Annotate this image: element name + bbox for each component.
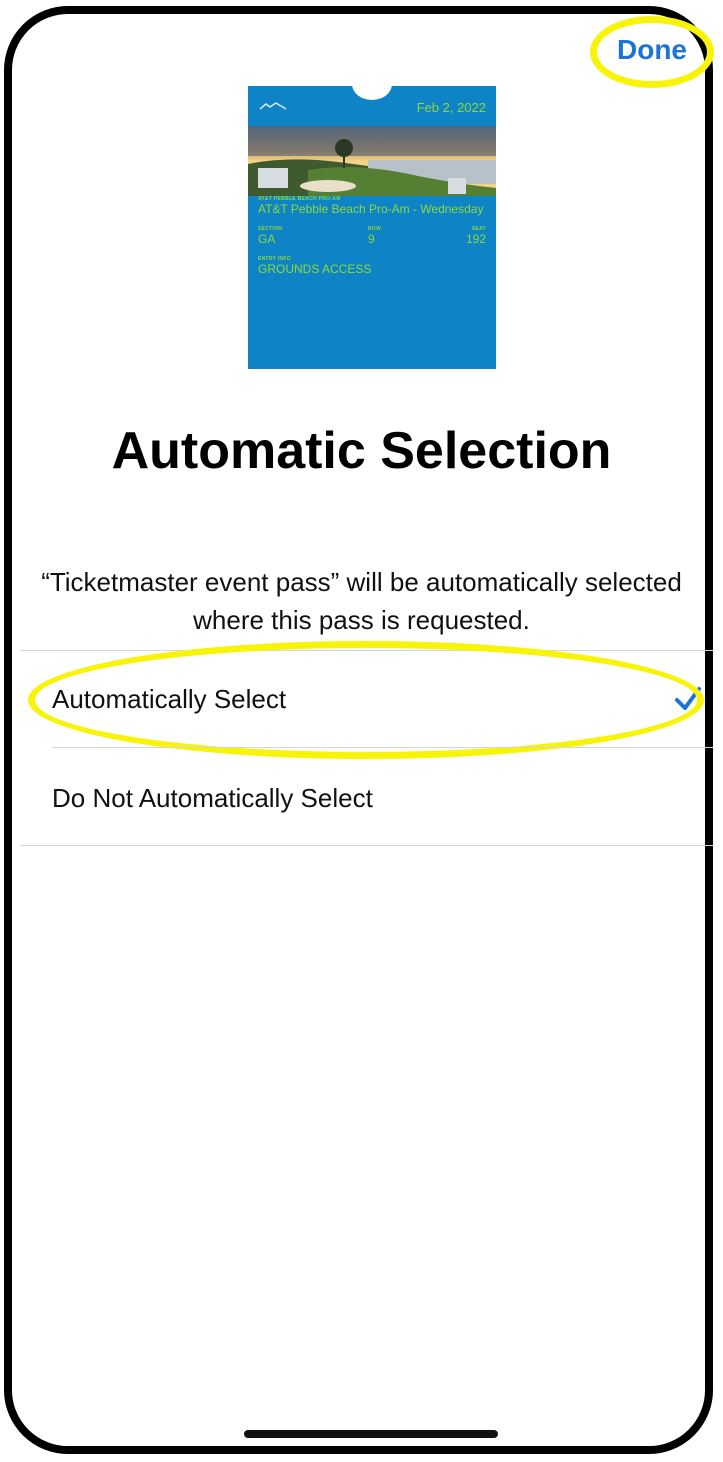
entry-value: GROUNDS ACCESS bbox=[258, 262, 372, 276]
page-title: Automatic Selection bbox=[111, 422, 612, 480]
seat-value: 192 bbox=[465, 232, 486, 246]
option-do-not-automatically-select[interactable]: Do Not Automatically Select bbox=[52, 750, 703, 846]
event-field: AT&T PEBBLE BEACH PRO-AM AT&T Pebble Bea… bbox=[258, 196, 483, 216]
section-value: GA bbox=[258, 232, 276, 246]
home-indicator bbox=[244, 1430, 498, 1438]
pass-date: Feb 2, 2022 bbox=[416, 100, 486, 115]
done-button[interactable]: Done bbox=[590, 16, 714, 84]
seat-field: SEAT 192 bbox=[466, 226, 486, 246]
section-field: SECTION GA bbox=[258, 226, 282, 246]
event-logo-icon bbox=[259, 102, 287, 110]
divider bbox=[20, 845, 713, 846]
row-field: ROW 9 bbox=[368, 226, 381, 246]
pass-notch bbox=[352, 86, 392, 100]
entry-field: ENTRY INFO GROUNDS ACCESS bbox=[258, 256, 371, 276]
done-highlight: Done bbox=[590, 16, 714, 88]
highlight-ring bbox=[28, 641, 704, 759]
event-pass-card: Feb 2, 2022 AT&T PEBBLE BEACH PRO-AM AT&… bbox=[248, 86, 496, 369]
event-value: AT&T Pebble Beach Pro-Am - Wednesday bbox=[258, 202, 484, 216]
page-description: “Ticketmaster event pass” will be automa… bbox=[41, 567, 682, 635]
divider bbox=[52, 747, 713, 748]
row-value: 9 bbox=[368, 232, 375, 246]
option-label: Do Not Automatically Select bbox=[52, 782, 373, 813]
